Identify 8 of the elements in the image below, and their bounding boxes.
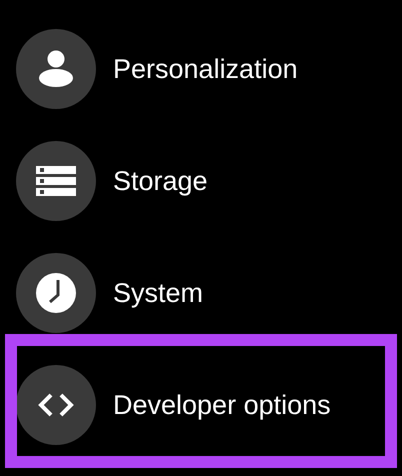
clock-icon (16, 253, 96, 333)
person-icon (16, 29, 96, 109)
code-icon (16, 365, 96, 445)
storage-icon (16, 141, 96, 221)
settings-item-label[interactable]: System (113, 278, 204, 308)
settings-item-label[interactable]: Personalization (113, 54, 298, 84)
settings-item-label[interactable]: Storage (113, 166, 208, 196)
settings-item-label[interactable]: Developer options (113, 390, 331, 420)
